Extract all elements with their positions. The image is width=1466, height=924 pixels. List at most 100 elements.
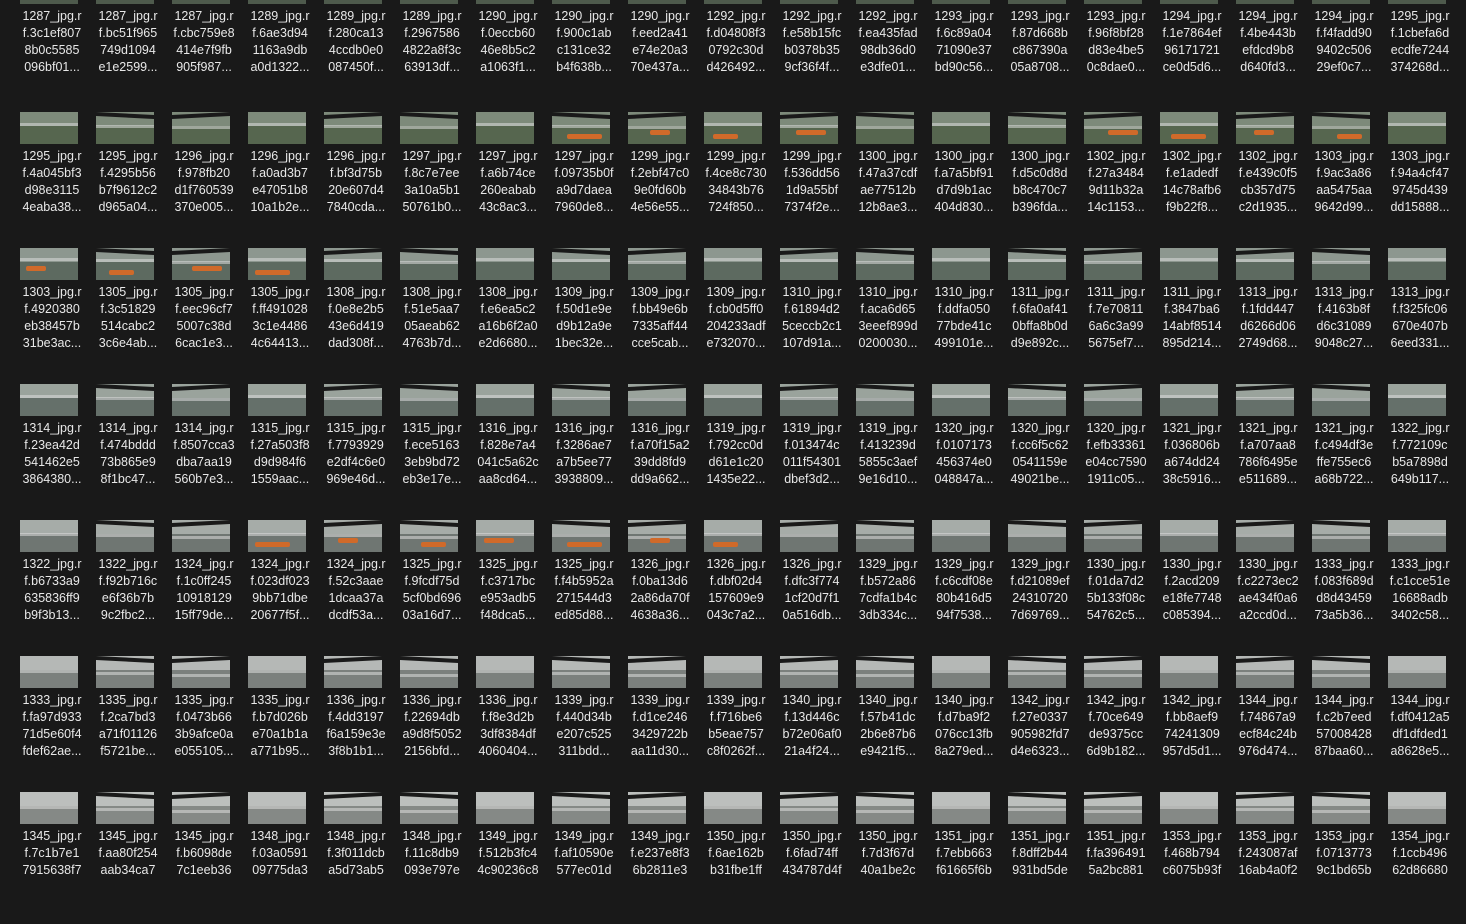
file-tile[interactable]: 1339_jpg.r f.440d34b e207c525 311bdd... <box>546 656 622 788</box>
file-tile[interactable]: 1322_jpg.r f.f92b716c e6f36b7b 9c2fbc2..… <box>90 520 166 652</box>
file-tile[interactable]: 1300_jpg.r f.d5c0d8d b8c470c7 b396fda... <box>1002 112 1078 244</box>
file-tile[interactable]: 1316_jpg.r f.828e7a4 041c5a62c aa8cd64..… <box>470 384 546 516</box>
file-tile[interactable]: 1340_jpg.r f.57b41dc 2b6e87b6 e9421f5... <box>850 656 926 788</box>
file-tile[interactable]: 1354_jpg.r f.1ccb496 62d86680 <box>1382 792 1458 924</box>
file-tile[interactable]: 1297_jpg.r f.a6b74ce 260eabab 43c8ac3... <box>470 112 546 244</box>
file-tile[interactable]: 1311_jpg.r f.6fa0af41 0bffa8b0d d9e892c.… <box>1002 248 1078 380</box>
file-tile[interactable]: 1326_jpg.r f.0ba13d6 2a86da70f 4638a36..… <box>622 520 698 652</box>
file-tile[interactable]: 1313_jpg.r f.1fdd447 d6266d06 2749d68... <box>1230 248 1306 380</box>
file-tile[interactable]: 1348_jpg.r f.03a0591 09775da3 <box>242 792 318 924</box>
file-tile[interactable]: 1342_jpg.r f.27e0337 905982fd7 d4e6323..… <box>1002 656 1078 788</box>
file-tile[interactable]: 1340_jpg.r f.d7ba9f2 076cc13fb 8a279ed..… <box>926 656 1002 788</box>
file-tile[interactable]: 1308_jpg.r f.51e5aa7 05aeab62 4763b7d... <box>394 248 470 380</box>
file-tile[interactable]: 1299_jpg.r f.4ce8c730 34843b76 724f850..… <box>698 112 774 244</box>
file-tile[interactable]: 1350_jpg.r f.6fad74ff 434787d4f <box>774 792 850 924</box>
file-tile[interactable]: 1302_jpg.r f.e1adedf 14c78afb6 f9b22f8..… <box>1154 112 1230 244</box>
file-tile[interactable]: 1339_jpg.r f.d1ce246 3429722b aa11d30... <box>622 656 698 788</box>
file-tile[interactable]: 1313_jpg.r f.4163b8f d6c31089 9048c27... <box>1306 248 1382 380</box>
file-tile[interactable]: 1339_jpg.r f.f716be6 b5eae757 c8f0262f..… <box>698 656 774 788</box>
file-tile[interactable]: 1325_jpg.r f.9fcdf75d 5cf0bd696 03a16d7.… <box>394 520 470 652</box>
file-tile[interactable]: 1309_jpg.r f.50d1e9e d9b12a9e 1bec32e... <box>546 248 622 380</box>
file-tile[interactable]: 1330_jpg.r f.2acd209 e18fe7748 c085394..… <box>1154 520 1230 652</box>
file-tile[interactable]: 1333_jpg.r f.c1cce51e 16688adb 3402c58..… <box>1382 520 1458 652</box>
file-tile[interactable]: 1302_jpg.r f.e439c0f5 cb357d75 c2d1935..… <box>1230 112 1306 244</box>
file-tile[interactable]: 1320_jpg.r f.efb33361 e04cc7590 1911c05.… <box>1078 384 1154 516</box>
file-tile[interactable]: 1326_jpg.r f.dbf02d4 157609e9 043c7a2... <box>698 520 774 652</box>
file-tile[interactable]: 1345_jpg.r f.aa80f254 aab34ca7 <box>90 792 166 924</box>
file-tile[interactable]: 1350_jpg.r f.7d3f67d 40a1be2c <box>850 792 926 924</box>
file-tile[interactable]: 1326_jpg.r f.dfc3f774 1cf20d7f1 0a516db.… <box>774 520 850 652</box>
file-tile[interactable]: 1320_jpg.r f.0107173 456374e0 048847a... <box>926 384 1002 516</box>
file-tile[interactable]: 1295_jpg.r f.4a045bf3 d98e3115 4eaba38..… <box>14 112 90 244</box>
file-tile[interactable]: 1330_jpg.r f.c2273ec2 ae434f0a6 a2ccd0d.… <box>1230 520 1306 652</box>
file-tile[interactable]: 1311_jpg.r f.3847ba6 14abf8514 895d214..… <box>1154 248 1230 380</box>
file-tile[interactable]: 1319_jpg.r f.792cc0d d61e1c20 1435e22... <box>698 384 774 516</box>
file-tile[interactable]: 1336_jpg.r f.4dd3197 f6a159e3e 3f8b1b1..… <box>318 656 394 788</box>
file-tile[interactable]: 1315_jpg.r f.27a503f8 d9d984f6 1559aac..… <box>242 384 318 516</box>
file-tile[interactable]: 1342_jpg.r f.70ce649 de9375cc 6d9b182... <box>1078 656 1154 788</box>
file-tile[interactable]: 1349_jpg.r f.af10590e 577ec01d <box>546 792 622 924</box>
file-tile[interactable]: 1305_jpg.r f.3c51829 514cabc2 3c6e4ab... <box>90 248 166 380</box>
file-tile[interactable]: 1311_jpg.r f.7e70811 6a6c3a99 5675ef7... <box>1078 248 1154 380</box>
file-tile[interactable]: 1305_jpg.r f.ff491028 3c1e4486 4c64413..… <box>242 248 318 380</box>
file-tile[interactable]: 1324_jpg.r f.1c0ff245 10918129 15ff79de.… <box>166 520 242 652</box>
file-tile[interactable]: 1340_jpg.r f.13d446c b72e06af0 21a4f24..… <box>774 656 850 788</box>
file-tile[interactable]: 1344_jpg.r f.c2b7eed 57008428 87baa60... <box>1306 656 1382 788</box>
file-tile[interactable]: 1325_jpg.r f.f4b5952a 271544d3 ed85d88..… <box>546 520 622 652</box>
file-tile[interactable]: 1310_jpg.r f.aca6d65 3eeef899d 0200030..… <box>850 248 926 380</box>
file-tile[interactable]: 1305_jpg.r f.eec96cf7 5007c38d 6cac1e3..… <box>166 248 242 380</box>
file-tile[interactable]: 1353_jpg.r f.0713773 9c1bd65b <box>1306 792 1382 924</box>
file-tile[interactable]: 1296_jpg.r f.bf3d75b 20e607d4 7840cda... <box>318 112 394 244</box>
file-tile[interactable]: 1299_jpg.r f.536dd56 1d9a55bf 7374f2e... <box>774 112 850 244</box>
file-tile[interactable]: 1342_jpg.r f.bb8aef9 74241309 957d5d1... <box>1154 656 1230 788</box>
file-tile[interactable]: 1314_jpg.r f.23ea42d 541462e5 3864380... <box>14 384 90 516</box>
file-tile[interactable]: 1320_jpg.r f.cc6f5c62 0541159e 49021be..… <box>1002 384 1078 516</box>
file-tile[interactable]: 1349_jpg.r f.e237e8f3 6b2811e3 <box>622 792 698 924</box>
file-tile[interactable]: 1299_jpg.r f.2ebf47c0 9e0fd60b 4e56e55..… <box>622 112 698 244</box>
file-tile[interactable]: 1319_jpg.r f.413239d 5855c3aef 9e16d10..… <box>850 384 926 516</box>
file-tile[interactable]: 1308_jpg.r f.0e8e2b5 43e6d419 dad308f... <box>318 248 394 380</box>
file-tile[interactable]: 1297_jpg.r f.8c7e7ee 3a10a5b1 50761b0... <box>394 112 470 244</box>
file-tile[interactable]: 1321_jpg.r f.036806b a674dd24 38c5916... <box>1154 384 1230 516</box>
file-tile[interactable]: 1336_jpg.r f.f8e3d2b 3df8384df 4060404..… <box>470 656 546 788</box>
file-tile[interactable]: 1324_jpg.r f.52c3aae 1dcaa37a dcdf53a... <box>318 520 394 652</box>
file-tile[interactable]: 1300_jpg.r f.a7a5bf91 d7d9b1ac 404d830..… <box>926 112 1002 244</box>
file-tile[interactable]: 1321_jpg.r f.c494df3e ffe755ec6 a68b722.… <box>1306 384 1382 516</box>
file-tile[interactable]: 1297_jpg.r f.09735b0f a9d7daea 7960de8..… <box>546 112 622 244</box>
file-tile[interactable]: 1345_jpg.r f.7c1b7e1 7915638f7 <box>14 792 90 924</box>
file-tile[interactable]: 1333_jpg.r f.fa97d933 71d5e60f4 fdef62ae… <box>14 656 90 788</box>
file-tile[interactable]: 1351_jpg.r f.7ebb663 f61665f6b <box>926 792 1002 924</box>
file-tile[interactable]: 1353_jpg.r f.243087af 16ab4a0f2 <box>1230 792 1306 924</box>
file-tile[interactable]: 1303_jpg.r f.4920380 eb38457b 31be3ac... <box>14 248 90 380</box>
file-tile[interactable]: 1313_jpg.r f.f325fc06 670e407b 6eed331..… <box>1382 248 1458 380</box>
file-tile[interactable]: 1296_jpg.r f.978fb20 d1f760539 370e005..… <box>166 112 242 244</box>
file-tile[interactable]: 1321_jpg.r f.a707aa8 786f6495e e511689..… <box>1230 384 1306 516</box>
file-tile[interactable]: 1348_jpg.r f.3f011dcb a5d73ab5 <box>318 792 394 924</box>
file-tile[interactable]: 1335_jpg.r f.0473b66 3b9afce0a e055105..… <box>166 656 242 788</box>
file-tile[interactable]: 1315_jpg.r f.7793929 e2df4c6e0 969e46d..… <box>318 384 394 516</box>
file-tile[interactable]: 1322_jpg.r f.b6733a9 635836ff9 b9f3b13..… <box>14 520 90 652</box>
file-tile[interactable]: 1351_jpg.r f.fa396491 5a2bc881 <box>1078 792 1154 924</box>
file-tile[interactable]: 1344_jpg.r f.df0412a5 df1dfded1 a8628e5.… <box>1382 656 1458 788</box>
file-tile[interactable]: 1309_jpg.r f.cb0d5ff0 204233adf e732070.… <box>698 248 774 380</box>
file-tile[interactable]: 1330_jpg.r f.01da7d2 5b133f08c 54762c5..… <box>1078 520 1154 652</box>
file-tile[interactable]: 1296_jpg.r f.a0ad3b7 e47051b8 10a1b2e... <box>242 112 318 244</box>
file-tile[interactable]: 1351_jpg.r f.8dff2b44 931bd5de <box>1002 792 1078 924</box>
file-tile[interactable]: 1300_jpg.r f.47a37cdf ae77512b 12b8ae3..… <box>850 112 926 244</box>
file-tile[interactable]: 1316_jpg.r f.a70f15a2 39dd8fd9 dd9a662..… <box>622 384 698 516</box>
file-tile[interactable]: 1333_jpg.r f.083f689d d8d43459 73a5b36..… <box>1306 520 1382 652</box>
file-tile[interactable]: 1315_jpg.r f.ece5163 3eb9bd72 eb3e17e... <box>394 384 470 516</box>
file-tile[interactable]: 1303_jpg.r f.94a4cf47 9745d439 dd15888..… <box>1382 112 1458 244</box>
file-tile[interactable]: 1349_jpg.r f.512b3fc4 4c90236c8 <box>470 792 546 924</box>
file-tile[interactable]: 1309_jpg.r f.bb49e6b 7335aff44 cce5cab..… <box>622 248 698 380</box>
file-tile[interactable]: 1325_jpg.r f.c3717bc e953adb5 f48dca5... <box>470 520 546 652</box>
file-tile[interactable]: 1322_jpg.r f.772109c b5a7898d 649b117... <box>1382 384 1458 516</box>
file-tile[interactable]: 1310_jpg.r f.61894d2 5ceccb2c1 107d91a..… <box>774 248 850 380</box>
file-tile[interactable]: 1295_jpg.r f.4295b56 b7f9612c2 d965a04..… <box>90 112 166 244</box>
file-tile[interactable]: 1335_jpg.r f.b7d026b e70a1b1a a771b95... <box>242 656 318 788</box>
file-tile[interactable]: 1348_jpg.r f.11c8db9 093e797e <box>394 792 470 924</box>
file-tile[interactable]: 1345_jpg.r f.b6098de 7c1eeb36 <box>166 792 242 924</box>
file-tile[interactable]: 1314_jpg.r f.474bddd 73b865e9 8f1bc47... <box>90 384 166 516</box>
file-tile[interactable]: 1324_jpg.r f.023df023 9bb71dbe 20677f5f.… <box>242 520 318 652</box>
file-tile[interactable]: 1310_jpg.r f.ddfa050 77bde41c 499101e... <box>926 248 1002 380</box>
